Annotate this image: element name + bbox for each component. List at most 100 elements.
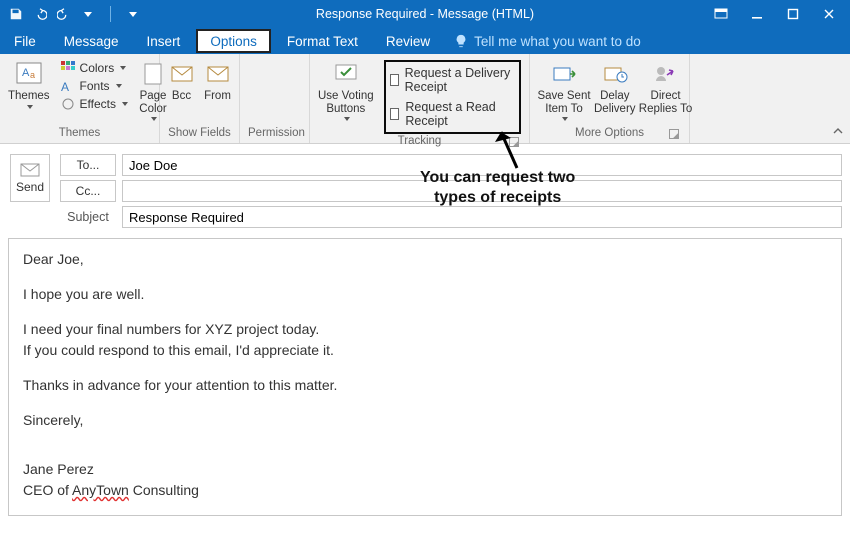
group-permission: Permission: [240, 54, 310, 143]
quick-access-toolbar: [0, 6, 141, 22]
checkbox-icon: [390, 74, 399, 86]
group-label: Permission: [248, 126, 301, 141]
from-icon: [203, 60, 233, 88]
body-greeting: Dear Joe,: [23, 249, 827, 270]
cc-button[interactable]: Cc...: [60, 180, 116, 202]
group-label: Themes: [8, 126, 151, 141]
save-sent-label: Save Sent Item To: [537, 90, 590, 115]
tell-me-label: Tell me what you want to do: [474, 34, 641, 49]
ribbon-display-options-icon[interactable]: [714, 7, 728, 21]
effects-label: Effects: [80, 97, 116, 111]
use-voting-label: Use Voting Buttons: [318, 90, 374, 115]
delay-delivery-label: Delay Delivery: [594, 90, 636, 115]
colors-label: Colors: [80, 61, 115, 75]
to-button[interactable]: To...: [60, 154, 116, 176]
direct-replies-to-button[interactable]: Direct Replies To: [640, 58, 692, 115]
send-label: Send: [16, 180, 44, 194]
subject-label: Subject: [60, 210, 116, 224]
delivery-receipt-checkbox[interactable]: Request a Delivery Receipt: [390, 66, 511, 94]
signature-name: Jane Perez: [23, 459, 827, 480]
message-body[interactable]: Dear Joe, I hope you are well. I need yo…: [8, 238, 842, 516]
from-label: From: [204, 90, 231, 103]
save-sent-item-to-button[interactable]: Save Sent Item To: [538, 58, 590, 121]
body-line: I hope you are well.: [23, 284, 827, 305]
ribbon: Aa Themes Colors A Fonts Effects: [0, 54, 850, 144]
tab-review[interactable]: Review: [372, 28, 444, 54]
dialog-launcher-icon[interactable]: [669, 129, 679, 139]
use-voting-buttons[interactable]: Use Voting Buttons: [318, 58, 374, 121]
from-button[interactable]: From: [203, 58, 233, 103]
chevron-down-icon: [151, 117, 157, 121]
svg-text:A: A: [61, 80, 69, 93]
receipt-options-box: Request a Delivery Receipt Request a Rea…: [384, 60, 521, 134]
bcc-button[interactable]: Bcc: [167, 58, 197, 103]
chevron-down-icon[interactable]: [80, 6, 96, 22]
tab-options[interactable]: Options: [196, 29, 271, 53]
group-label: Tracking: [318, 134, 521, 149]
effects-icon: [60, 96, 76, 112]
group-label: More Options: [538, 126, 681, 141]
colors-button[interactable]: Colors: [60, 60, 128, 76]
direct-replies-label: Direct Replies To: [639, 90, 693, 115]
bcc-label: Bcc: [172, 90, 191, 103]
themes-icon: Aa: [14, 60, 44, 88]
group-label: Show Fields: [168, 126, 231, 141]
tab-insert[interactable]: Insert: [133, 28, 195, 54]
delay-delivery-button[interactable]: Delay Delivery: [594, 58, 636, 115]
fonts-label: Fonts: [80, 79, 110, 93]
effects-button[interactable]: Effects: [60, 96, 128, 112]
collapse-ribbon-icon[interactable]: [832, 125, 844, 137]
themes-label: Themes: [8, 90, 50, 103]
bcc-icon: [167, 60, 197, 88]
voting-icon: [331, 60, 361, 88]
read-receipt-checkbox[interactable]: Request a Read Receipt: [390, 100, 511, 128]
body-line: I need your final numbers for XYZ projec…: [23, 319, 827, 340]
group-tracking: Use Voting Buttons Request a Delivery Re…: [310, 54, 530, 143]
separator: [110, 6, 111, 22]
tell-me[interactable]: Tell me what you want to do: [444, 28, 641, 54]
subject-field[interactable]: [122, 206, 842, 228]
redo-icon[interactable]: [56, 6, 72, 22]
delivery-receipt-label: Request a Delivery Receipt: [405, 66, 511, 94]
delay-delivery-icon: [600, 60, 630, 88]
send-icon: [20, 162, 40, 178]
group-show-fields: Bcc From Show Fields: [160, 54, 240, 143]
chevron-down-icon: [27, 105, 33, 109]
group-themes: Aa Themes Colors A Fonts Effects: [0, 54, 160, 143]
svg-text:a: a: [30, 70, 35, 80]
lightbulb-icon: [454, 34, 468, 48]
cc-field[interactable]: [122, 180, 842, 202]
spellcheck-flagged: AnyTown: [72, 482, 129, 498]
save-sent-icon: [549, 60, 579, 88]
group-more-options: Save Sent Item To Delay Delivery Direct …: [530, 54, 690, 143]
read-receipt-label: Request a Read Receipt: [405, 100, 511, 128]
tab-file[interactable]: File: [0, 28, 50, 54]
body-closing: Sincerely,: [23, 410, 827, 431]
tab-message[interactable]: Message: [50, 28, 133, 54]
chevron-down-icon: [116, 84, 122, 88]
to-field[interactable]: [122, 154, 842, 176]
undo-icon[interactable]: [32, 6, 48, 22]
tab-format-text[interactable]: Format Text: [273, 28, 372, 54]
chevron-down-icon: [120, 66, 126, 70]
chevron-down-icon[interactable]: [125, 6, 141, 22]
signature-title: CEO of AnyTown Consulting: [23, 480, 827, 501]
maximize-icon[interactable]: [786, 7, 800, 21]
checkbox-icon: [390, 108, 400, 120]
fonts-button[interactable]: A Fonts: [60, 78, 128, 94]
close-icon[interactable]: [822, 7, 836, 21]
body-line: If you could respond to this email, I'd …: [23, 340, 827, 361]
ribbon-tabs: File Message Insert Options Format Text …: [0, 28, 850, 54]
fonts-icon: A: [60, 78, 76, 94]
minimize-icon[interactable]: [750, 7, 764, 21]
address-area: Send To... Cc... Subject: [0, 144, 850, 232]
chevron-down-icon: [562, 117, 568, 121]
chevron-down-icon: [122, 102, 128, 106]
dialog-launcher-icon[interactable]: [509, 137, 519, 147]
save-icon[interactable]: [8, 6, 24, 22]
colors-icon: [60, 60, 76, 76]
send-button[interactable]: Send: [10, 154, 50, 202]
window-controls: [714, 7, 850, 21]
themes-button[interactable]: Aa Themes: [8, 58, 50, 109]
svg-text:A: A: [22, 67, 30, 79]
